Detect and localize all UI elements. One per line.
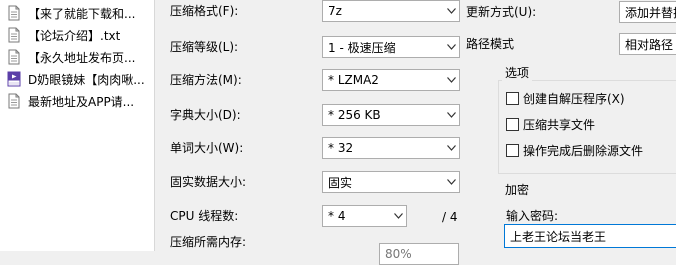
compress-shared-files-checkbox[interactable]: 压缩共享文件 bbox=[506, 115, 595, 133]
chevron-down-icon bbox=[443, 172, 459, 192]
update-mode-value: 添加并替换 bbox=[625, 5, 676, 20]
text-file-icon bbox=[8, 5, 20, 21]
chevron-down-icon bbox=[443, 105, 459, 125]
chevron-down-icon bbox=[443, 138, 459, 158]
solid-block-size-value: 固实 bbox=[328, 175, 353, 190]
memory-usage-value: 80% bbox=[385, 247, 412, 261]
compression-method-value: * LZMA2 bbox=[328, 73, 379, 87]
word-size-value: * 32 bbox=[328, 141, 354, 155]
list-item[interactable]: D奶眼镜妹【肉肉啾... bbox=[0, 68, 154, 90]
checkbox-box[interactable] bbox=[506, 91, 519, 105]
cpu-threads-select[interactable]: * 4 bbox=[322, 205, 407, 227]
dictionary-size-value: * 256 KB bbox=[328, 108, 381, 122]
checkbox-box[interactable] bbox=[506, 117, 519, 131]
password-input[interactable] bbox=[504, 224, 676, 248]
checkbox-label: 压缩共享文件 bbox=[523, 117, 596, 132]
word-size-select[interactable]: * 32 bbox=[322, 137, 460, 159]
update-mode-select[interactable]: 添加并替换 bbox=[619, 1, 676, 23]
file-name: 【来了就能下载和... bbox=[28, 6, 136, 21]
dictionary-size-label: 字典大小(D): bbox=[170, 108, 241, 122]
text-file-icon bbox=[8, 49, 20, 65]
cpu-threads-value: * 4 bbox=[328, 209, 346, 223]
file-list: 【来了就能下载和... 【论坛介绍】.txt 【永久地址发布页... D奶眼镜妹… bbox=[0, 0, 155, 251]
compression-method-label: 压缩方法(M): bbox=[170, 73, 242, 87]
checkbox-box[interactable] bbox=[506, 143, 519, 157]
archive-format-value: 7z bbox=[328, 4, 342, 18]
word-size-label: 单词大小(W): bbox=[170, 141, 244, 155]
compression-level-label: 压缩等级(L): bbox=[170, 40, 239, 54]
chevron-down-icon bbox=[390, 206, 406, 226]
file-name: D奶眼镜妹【肉肉啾... bbox=[28, 72, 145, 87]
archive-format-label: 压缩格式(F): bbox=[170, 4, 239, 18]
memory-usage-select[interactable]: 80% bbox=[379, 243, 459, 265]
checkbox-label: 操作完成后删除源文件 bbox=[523, 143, 644, 158]
memory-usage-label: 压缩所需内存: bbox=[170, 235, 247, 249]
compression-level-select[interactable]: 1 - 极速压缩 bbox=[322, 36, 460, 58]
create-sfx-checkbox[interactable]: 创建自解压程序(X) bbox=[506, 89, 625, 107]
cpu-threads-max: / 4 bbox=[442, 210, 458, 224]
compression-level-value: 1 - 极速压缩 bbox=[328, 40, 396, 55]
file-name: 最新地址及APP请... bbox=[28, 94, 135, 109]
list-item[interactable]: 【永久地址发布页... bbox=[0, 46, 154, 68]
checkbox-label: 创建自解压程序(X) bbox=[523, 91, 625, 106]
mp4-video-file-icon bbox=[7, 71, 21, 87]
path-mode-value: 相对路径 bbox=[625, 37, 674, 52]
dictionary-size-select[interactable]: * 256 KB bbox=[322, 104, 460, 126]
encryption-group-title: 加密 bbox=[502, 182, 533, 198]
text-file-icon bbox=[8, 27, 20, 43]
chevron-down-icon bbox=[443, 70, 459, 90]
path-mode-select[interactable]: 相对路径 bbox=[619, 33, 676, 55]
text-file-icon bbox=[8, 93, 20, 109]
cpu-threads-label: CPU 线程数: bbox=[170, 209, 239, 223]
path-mode-label: 路径模式 bbox=[466, 37, 515, 51]
update-mode-label: 更新方式(U): bbox=[466, 5, 537, 19]
archive-format-select[interactable]: 7z bbox=[322, 0, 460, 22]
solid-block-size-label: 固实数据大小: bbox=[170, 175, 247, 189]
chevron-down-icon bbox=[443, 37, 459, 57]
options-group-title: 选项 bbox=[502, 65, 533, 81]
list-item[interactable]: 最新地址及APP请... bbox=[0, 90, 154, 112]
file-name: 【永久地址发布页... bbox=[28, 50, 136, 65]
list-item[interactable]: 【论坛介绍】.txt bbox=[0, 24, 154, 46]
chevron-down-icon bbox=[443, 1, 459, 21]
list-item[interactable]: 【来了就能下载和... bbox=[0, 2, 154, 24]
compression-method-select[interactable]: * LZMA2 bbox=[322, 69, 460, 91]
file-name: 【论坛介绍】.txt bbox=[28, 28, 121, 43]
delete-after-compress-checkbox[interactable]: 操作完成后删除源文件 bbox=[506, 141, 643, 159]
solid-block-size-select[interactable]: 固实 bbox=[322, 171, 460, 193]
password-label: 输入密码: bbox=[506, 209, 559, 223]
